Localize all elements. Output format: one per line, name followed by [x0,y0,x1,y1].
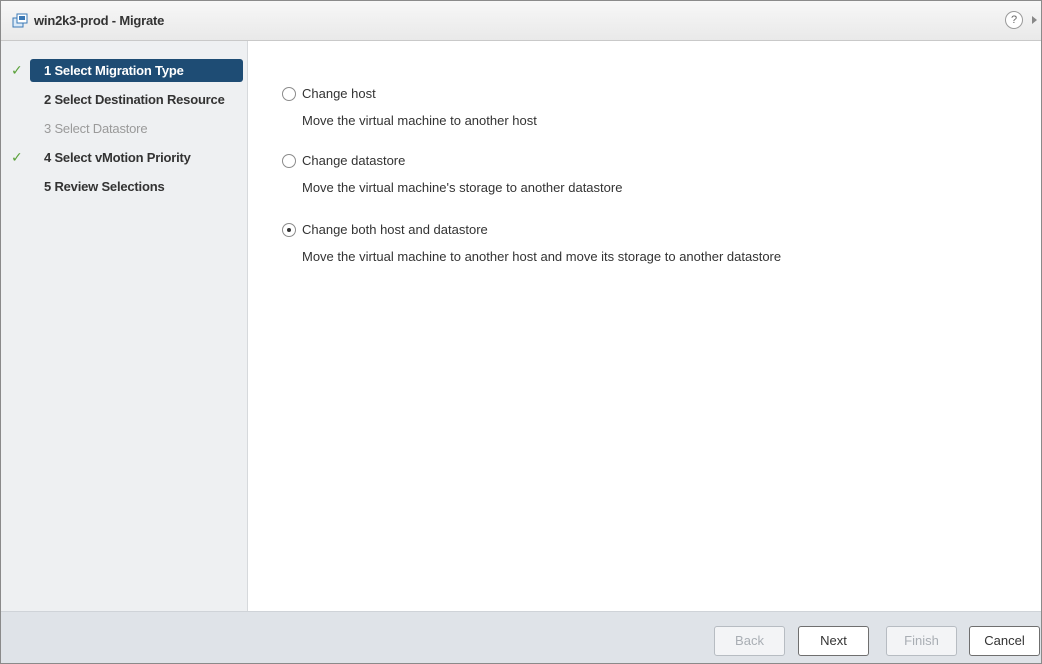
change-datastore-radio[interactable] [282,154,296,168]
expand-panel-icon[interactable] [1032,16,1037,24]
wizard-steps-sidebar: ✓ 1 Select Migration Type 2 Select Desti… [1,41,248,611]
step-select-migration-type[interactable]: ✓ 1 Select Migration Type [1,59,248,83]
migration-type-panel: Change host Move the virtual machine to … [249,41,1041,611]
step-select-datastore: 3 Select Datastore [1,117,248,141]
change-datastore-label[interactable]: Change datastore [302,153,405,168]
step-select-destination-resource[interactable]: 2 Select Destination Resource [1,88,248,112]
step-label: 2 Select Destination Resource [44,92,225,107]
step-label: 3 Select Datastore [44,121,148,136]
migrate-dialog: win2k3-prod - Migrate ? ✓ 1 Select Migra… [0,0,1042,664]
change-host-description: Move the virtual machine to another host [302,113,537,128]
check-mark-icon: ✓ [11,62,23,78]
step-label: 5 Review Selections [44,179,165,194]
step-review-selections[interactable]: 5 Review Selections [1,175,248,199]
change-both-radio[interactable] [282,223,296,237]
next-button[interactable]: Next [798,626,869,656]
change-host-label[interactable]: Change host [302,86,376,101]
step-label: 1 Select Migration Type [44,63,184,78]
help-icon[interactable]: ? [1005,11,1023,29]
step-label: 4 Select vMotion Priority [44,150,191,165]
change-host-radio[interactable] [282,87,296,101]
dialog-title-bar: win2k3-prod - Migrate ? [1,1,1041,41]
change-datastore-description: Move the virtual machine's storage to an… [302,180,623,195]
cancel-button[interactable]: Cancel [969,626,1040,656]
check-mark-icon: ✓ [11,149,23,165]
back-button[interactable]: Back [714,626,785,656]
dialog-title: win2k3-prod - Migrate [34,13,165,28]
virtual-machine-icon [12,13,28,28]
step-select-vmotion-priority[interactable]: ✓ 4 Select vMotion Priority [1,146,248,170]
change-both-description: Move the virtual machine to another host… [302,249,782,264]
finish-button[interactable]: Finish [886,626,957,656]
wizard-footer: Back Next Finish Cancel [1,611,1041,663]
change-both-label[interactable]: Change both host and datastore [302,222,488,237]
